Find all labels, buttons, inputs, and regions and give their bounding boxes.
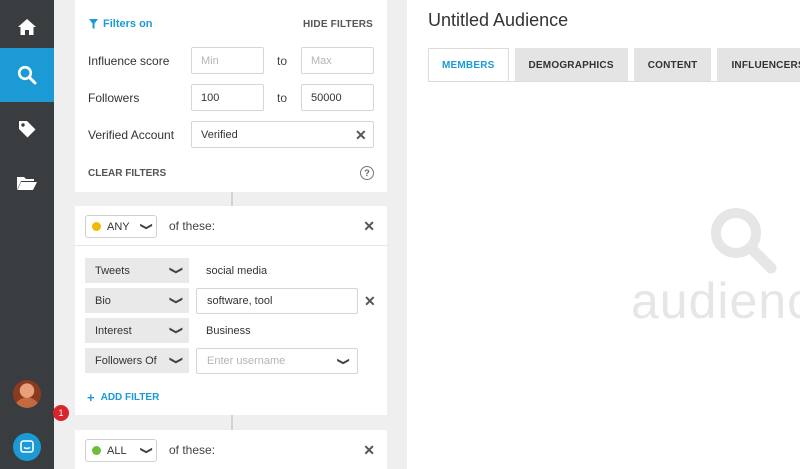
add-filter-label: ADD FILTER (100, 392, 160, 403)
group-header: ANY ❯ of these: ✕ (75, 206, 387, 246)
followers-max-input[interactable]: 50000 (301, 84, 374, 111)
audience-tabs: MEMBERS DEMOGRAPHICS CONTENT INFLUENCERS (428, 48, 800, 82)
chevron-down-icon: ❯ (168, 295, 183, 306)
filters-on-toggle[interactable]: Filters on (89, 18, 153, 30)
nav-folders[interactable] (0, 156, 54, 210)
search-icon (17, 65, 37, 85)
chevron-down-icon: ❯ (168, 325, 183, 336)
home-icon (18, 19, 36, 35)
audiense-watermark: audienc (631, 273, 800, 329)
tab-demographics[interactable]: DEMOGRAPHICS (514, 48, 628, 82)
field-select-label: Followers Of (95, 354, 157, 367)
influence-to-label: to (277, 54, 288, 68)
filter-group-any: ANY ❯ of these: ✕ Tweets ❯ social media … (75, 206, 387, 415)
username-placeholder: Enter username (207, 355, 286, 367)
chevron-down-icon: ❯ (139, 222, 153, 231)
tab-members[interactable]: MEMBERS (428, 48, 509, 82)
chevron-down-icon: ❯ (168, 265, 183, 276)
verified-account-label: Verified Account (88, 128, 175, 142)
remove-group-icon[interactable]: ✕ (363, 218, 375, 235)
followers-label: Followers (88, 91, 140, 105)
group-header: ALL ❯ of these: ✕ (75, 430, 387, 469)
folder-icon (17, 177, 37, 190)
tag-icon (19, 121, 36, 138)
tab-divider (428, 81, 800, 82)
clear-filters-button[interactable]: CLEAR FILTERS (88, 168, 166, 179)
chevron-down-icon: ❯ (168, 355, 183, 366)
nav-tags[interactable] (0, 102, 54, 156)
tab-influencers[interactable]: INFLUENCERS (717, 48, 800, 82)
filters-on-label: Filters on (103, 18, 153, 30)
chat-icon (20, 440, 34, 453)
field-select-label: Bio (95, 294, 111, 307)
followers-min-input[interactable]: 100 (191, 84, 264, 111)
field-select-bio[interactable]: Bio ❯ (85, 288, 189, 313)
field-select-followers-of[interactable]: Followers Of ❯ (85, 348, 189, 373)
username-input[interactable]: Enter username ❯ (196, 348, 358, 374)
notification-badge[interactable]: 1 (53, 405, 69, 421)
left-nav (0, 0, 54, 469)
field-select-label: Tweets (95, 264, 130, 277)
field-select-tweets[interactable]: Tweets ❯ (85, 258, 189, 283)
hide-filters-button[interactable]: HIDE FILTERS (303, 19, 373, 30)
filters-card: Filters on HIDE FILTERS Influence score … (75, 0, 387, 192)
help-icon[interactable]: ? (360, 166, 374, 180)
group-match-select[interactable]: ALL ❯ (85, 439, 157, 462)
remove-row-icon[interactable]: ✕ (364, 293, 376, 310)
search-watermark-icon (711, 208, 777, 274)
field-value[interactable]: social media (206, 265, 267, 277)
nav-home[interactable] (0, 0, 54, 54)
group-match-select[interactable]: ANY ❯ (85, 215, 157, 238)
chevron-down-icon: ❯ (336, 356, 350, 366)
chevron-down-icon: ❯ (139, 446, 153, 455)
status-dot-green (92, 446, 101, 455)
clear-verified-icon[interactable]: ✕ (355, 127, 367, 144)
connector-line (231, 415, 233, 430)
followers-to-label: to (277, 91, 288, 105)
verified-account-select[interactable]: Verified (191, 121, 374, 148)
group-suffix-label: of these: (169, 443, 216, 457)
audience-panel: Untitled Audience MEMBERS DEMOGRAPHICS C… (407, 0, 800, 469)
group-match-value: ANY (107, 220, 130, 233)
influence-score-label: Influence score (88, 54, 170, 68)
influence-max-input[interactable]: Max (301, 47, 374, 74)
chat-button[interactable] (13, 433, 41, 461)
filter-group-all: ALL ❯ of these: ✕ (75, 430, 387, 469)
tab-content[interactable]: CONTENT (633, 48, 712, 82)
filter-funnel-icon (89, 19, 98, 29)
plus-icon: + (87, 390, 95, 405)
status-dot-yellow (92, 222, 101, 231)
connector-line (231, 192, 233, 206)
nav-search[interactable] (0, 48, 54, 102)
field-select-label: Interest (95, 324, 132, 337)
remove-group-icon[interactable]: ✕ (363, 442, 375, 459)
page-title[interactable]: Untitled Audience (428, 10, 568, 31)
field-value[interactable]: Business (206, 325, 251, 337)
filters-panel: Filters on HIDE FILTERS Influence score … (54, 0, 407, 469)
group-match-value: ALL (107, 444, 127, 457)
bio-input[interactable]: software, tool (196, 288, 358, 314)
add-filter-button[interactable]: + ADD FILTER (87, 390, 159, 405)
influence-min-input[interactable]: Min (191, 47, 264, 74)
user-avatar[interactable] (13, 380, 41, 408)
group-suffix-label: of these: (169, 219, 216, 233)
field-select-interest[interactable]: Interest ❯ (85, 318, 189, 343)
